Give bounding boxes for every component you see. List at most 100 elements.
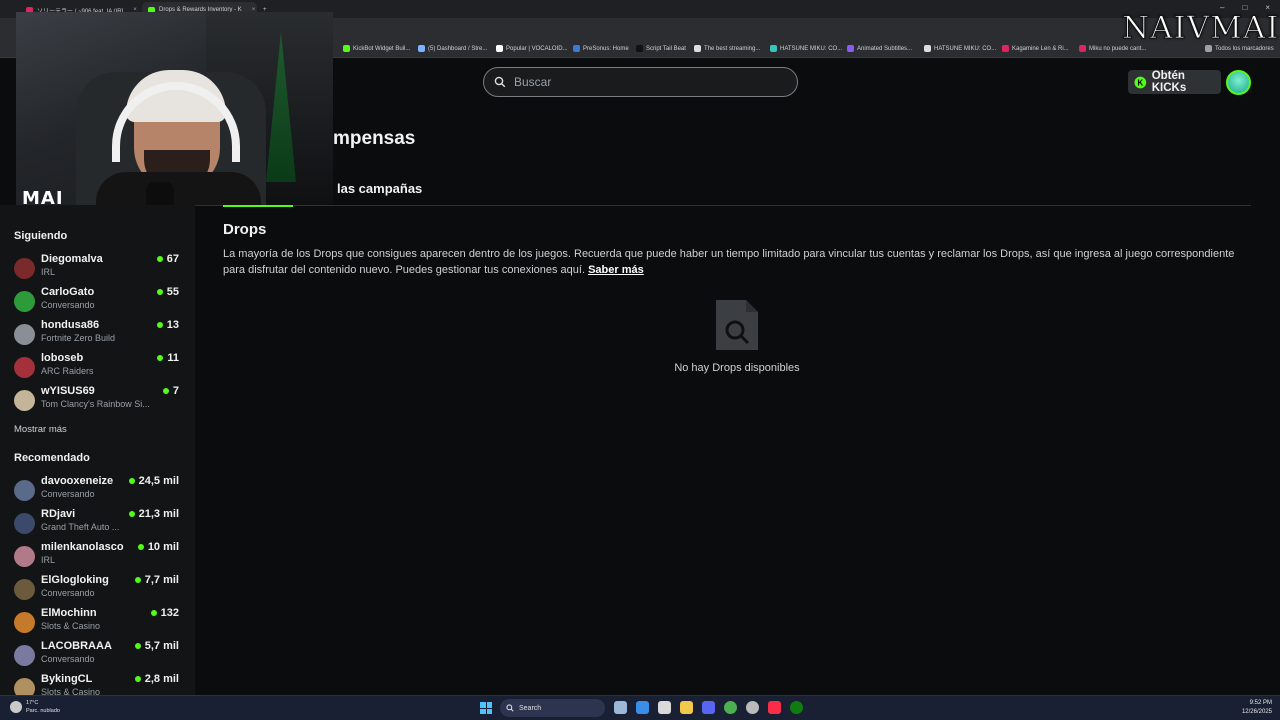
viewer-count: 7,7 mil [134,574,179,586]
bookmark-item[interactable]: Kagamine Len & Ri... [1002,45,1069,52]
cloud-icon [10,701,22,713]
sidebar-channel-row[interactable]: CarloGato Conversando 55 [0,286,195,316]
viewer-count: 21,3 mil [128,508,179,520]
sidebar: Siguiendo Mostrar más Recomendado Diegom… [0,205,195,695]
tab-campaigns[interactable]: las campañas [337,181,422,196]
channel-avatar [14,390,35,411]
channel-avatar [14,324,35,345]
channel-name: davooxeneize [41,475,114,487]
channel-name: loboseb [41,352,84,364]
following-heading: Siguiendo [14,230,68,242]
channel-category: Tom Clancy's Rainbow Si... [41,399,150,409]
bookmark-item[interactable]: Miku no puede cant... [1079,45,1146,52]
bookmark-item[interactable]: HATSUNE MIKU: CO... [770,45,842,52]
edge-icon[interactable] [636,701,649,714]
channel-avatar [14,678,35,695]
live-dot-icon [156,289,163,295]
bookmark-icon [694,45,701,52]
windows-start-icon[interactable] [480,702,492,714]
live-dot-icon [128,478,135,484]
task-view-icon[interactable] [614,701,627,714]
viewer-count: 2,8 mil [134,673,179,685]
taskbar: 17°C Parc. nublado Search 9:52 PM 12/26/2… [0,695,1280,720]
bookmark-item[interactable]: (5) Dashboard / Stre... [418,45,487,52]
sidebar-channel-row[interactable]: hondusa86 Fortnite Zero Build 13 [0,319,195,349]
bookmark-icon [1079,45,1086,52]
channel-avatar [14,258,35,279]
empty-search-document-icon [716,300,758,350]
bookmark-icon [418,45,425,52]
get-kicks-button[interactable]: K Obtén KICKs [1128,70,1221,94]
music-icon[interactable] [768,701,781,714]
bookmark-item[interactable]: The best streaming... [694,45,760,52]
bookmark-item[interactable]: Script Tail Beat [636,45,686,52]
sidebar-channel-row[interactable]: BykingCL Slots & Casino 2,8 mil [0,673,195,695]
taskbar-search[interactable]: Search [500,699,605,717]
live-dot-icon [157,355,164,361]
all-bookmarks-folder[interactable]: Todos los marcadores [1205,45,1274,52]
sidebar-channel-row[interactable]: wYISUS69 Tom Clancy's Rainbow Si... 7 [0,385,195,415]
chrome-icon[interactable] [724,701,737,714]
channel-name: wYISUS69 [41,385,95,397]
tabs-divider [195,205,1251,206]
live-dot-icon [134,676,141,682]
sidebar-channel-row[interactable]: RDjavi Grand Theft Auto ... 21,3 mil [0,508,195,538]
bookmark-item[interactable]: HATSUNE MIKU: CO... [924,45,996,52]
system-clock[interactable]: 9:52 PM 12/26/2025 [1242,699,1272,717]
bookmark-icon [636,45,643,52]
channel-category: Grand Theft Auto ... [41,522,120,532]
settings-icon[interactable] [746,701,759,714]
channel-name: ElMochinn [41,607,97,619]
learn-more-link[interactable]: Saber más [588,264,644,276]
channel-avatar [14,480,35,501]
sidebar-channel-row[interactable]: ElGlogloking Conversando 7,7 mil [0,574,195,604]
file-explorer-icon[interactable] [680,701,693,714]
channel-name: hondusa86 [41,319,100,331]
search-placeholder: Buscar [514,75,552,89]
live-dot-icon [162,388,169,394]
bookmark-item[interactable]: KickBot Widget Buil... [343,45,410,52]
channel-category: Conversando [41,300,95,310]
live-dot-icon [156,256,163,262]
bookmark-icon [770,45,777,52]
sidebar-channel-row[interactable]: Diegomalva IRL 67 [0,253,195,283]
page-title: mpensas [333,128,416,149]
search-icon [494,76,506,88]
channel-category: Conversando [41,588,95,598]
sidebar-channel-row[interactable]: davooxeneize Conversando 24,5 mil [0,475,195,505]
search-input[interactable]: Buscar [483,67,798,97]
viewer-count: 24,5 mil [128,475,179,487]
channel-name: CarloGato [41,286,95,298]
bookmark-item[interactable]: Animated Subtitles... [847,45,912,52]
discord-icon[interactable] [702,701,715,714]
channel-category: Slots & Casino [41,687,101,695]
channel-name: RDjavi [41,508,76,520]
show-more-link[interactable]: Mostrar más [14,424,67,435]
webcam-overlay: MAI [16,12,333,205]
recommended-heading: Recomendado [14,452,90,464]
search-icon [506,704,514,712]
viewer-count: 7 [162,385,179,397]
live-dot-icon [137,544,144,550]
channel-name: BykingCL [41,673,93,685]
live-dot-icon [156,322,163,328]
sidebar-channel-row[interactable]: ElMochinn Slots & Casino 132 [0,607,195,637]
channel-name: milenkanolasco [41,541,124,553]
user-avatar[interactable] [1226,70,1251,95]
svg-text:K: K [1138,78,1144,87]
app-icon[interactable] [658,701,671,714]
webcam-name-label: MAI [22,188,64,205]
xbox-icon[interactable] [790,701,803,714]
channel-category: Conversando [41,654,95,664]
sidebar-channel-row[interactable]: loboseb ARC Raiders 11 [0,352,195,382]
channel-avatar [14,645,35,666]
channel-name: LACOBRAAA [41,640,112,652]
sidebar-channel-row[interactable]: milenkanolasco IRL 10 mil [0,541,195,571]
channel-category: Fortnite Zero Build [41,333,116,343]
sidebar-channel-row[interactable]: LACOBRAAA Conversando 5,7 mil [0,640,195,670]
channel-avatar [14,579,35,600]
bookmark-icon [924,45,931,52]
bookmark-item[interactable]: Popular | VOCALOID... [496,45,568,52]
bookmark-item[interactable]: PreSonus: Home [573,45,629,52]
live-dot-icon [150,610,157,616]
